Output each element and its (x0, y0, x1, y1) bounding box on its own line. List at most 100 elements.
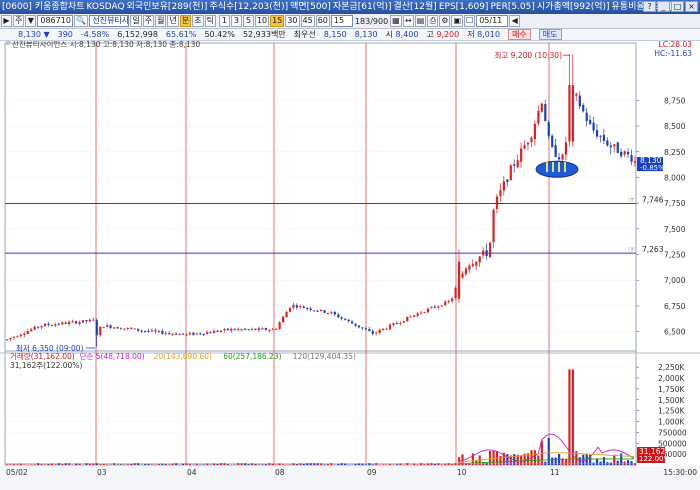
candle-body (123, 328, 126, 330)
table-icon[interactable]: ▤ (414, 15, 427, 27)
grid-icon[interactable]: ▦ (390, 15, 402, 27)
minute-button-45[interactable]: 45 (300, 15, 315, 27)
x-axis-label: 08 (275, 468, 285, 477)
candle-body (319, 309, 323, 311)
minimize-button[interactable]: _ (657, 1, 670, 12)
candle-body (351, 321, 354, 324)
candle-body (506, 179, 509, 182)
arrow-left-icon[interactable]: ◀ (509, 15, 521, 27)
candle-body (530, 137, 533, 143)
settings-icon[interactable]: ⚙ (439, 15, 451, 27)
candle-body (240, 329, 243, 331)
volume-bar (399, 463, 402, 465)
sell-button[interactable]: 매도 (538, 29, 562, 40)
volume-bar (147, 463, 150, 465)
volume-tick-label: 2,000K (658, 374, 685, 383)
minute-button-30[interactable]: 30 (285, 15, 300, 27)
minute-button-3[interactable]: 3 (230, 15, 242, 27)
volume-tick-label: 1,500K (658, 396, 685, 405)
buy-button[interactable]: 매수 (508, 29, 531, 40)
candle-body (409, 316, 412, 318)
volume-bar (416, 464, 419, 465)
x-axis-label: 03 (97, 468, 107, 477)
price-tick-label: 8,750 (664, 96, 686, 105)
volume-bar (306, 463, 309, 465)
candle-body (219, 330, 223, 332)
volume-bar (554, 457, 557, 465)
volume-bar (302, 463, 305, 465)
volume-bar (395, 464, 399, 465)
candle-body (520, 148, 523, 162)
candle-body (292, 304, 295, 308)
volume-bar (240, 463, 243, 465)
volume-bar (275, 464, 278, 465)
date-input[interactable]: 05/11 (476, 15, 509, 27)
candle-body (457, 261, 461, 299)
period-button-일[interactable]: 일 (130, 15, 142, 27)
minute-button-60[interactable]: 60 (315, 15, 330, 27)
close-button[interactable]: × (685, 1, 698, 12)
candle-body (19, 334, 22, 337)
interval-select[interactable]: 15 (330, 15, 353, 27)
minute-button-10[interactable]: 10 (254, 15, 270, 27)
candle-body (523, 145, 526, 149)
candle-body (368, 329, 371, 331)
chevron-down-icon[interactable]: ▼ (25, 15, 37, 27)
period-button-월[interactable]: 월 (155, 15, 167, 27)
volume-bar (595, 458, 599, 465)
candle-body (130, 327, 133, 329)
candle-body (199, 333, 202, 335)
candle-body (119, 328, 123, 330)
volume-bar (609, 462, 612, 465)
candle-body (75, 321, 78, 324)
volume-bar (150, 464, 154, 465)
search-icon[interactable]: 🔍 (74, 15, 89, 27)
candle-body (561, 154, 564, 160)
period-button-주[interactable]: 주 (142, 15, 155, 27)
stock-code-input[interactable]: 086710 (37, 15, 74, 27)
period-button-년[interactable]: 년 (167, 15, 179, 27)
candle-body (592, 122, 595, 131)
price-tick-label: 8,500 (664, 122, 686, 131)
volume-bar (533, 450, 537, 465)
candle-body (78, 322, 81, 324)
candle-body (233, 329, 236, 331)
stock-name-field[interactable]: 선진뷰티사 (89, 15, 130, 27)
stock-chart[interactable]: 8,750 8,500 8,250 8,000 7,750 7,500 7,250 7,000… (0, 41, 700, 490)
candle-body (54, 324, 57, 326)
candle-body (264, 328, 267, 330)
volume-bar (271, 463, 274, 465)
minute-button-1[interactable]: 1 (218, 15, 230, 27)
volume-legend-item: 20(143,890.60) (154, 352, 212, 361)
candle-body (340, 317, 343, 319)
minute-button-5[interactable]: 5 (242, 15, 254, 27)
maximize-button[interactable]: □ (671, 1, 684, 12)
period-button-틱[interactable]: 틱 (204, 15, 216, 27)
calendar-checkbox[interactable]: ☐ (464, 15, 476, 27)
ruler-icon[interactable]: ↔ (402, 15, 414, 27)
volume-bar (95, 463, 98, 465)
candle-body (302, 306, 305, 309)
volume-bar (606, 462, 609, 465)
print-icon[interactable]: ⎙ (427, 15, 439, 27)
volume-bar (261, 464, 264, 465)
minute-button-15[interactable]: 15 (270, 15, 285, 27)
market-select[interactable]: 주 (13, 15, 25, 27)
candle-body (357, 325, 361, 328)
period-button-초[interactable]: 초 (192, 15, 204, 27)
volume-bar (489, 451, 492, 465)
support-line-label: 7,746 (642, 196, 664, 205)
volume-bar (447, 463, 450, 465)
play-icon[interactable]: ▶ (1, 15, 12, 27)
period-button-분[interactable]: 분 (179, 15, 192, 27)
save-icon[interactable]: ▣ (451, 15, 464, 27)
candle-body (40, 325, 43, 328)
candle-body (430, 307, 433, 309)
candle-body (437, 306, 440, 308)
volume-bar (23, 464, 26, 465)
volume-tick-label: 1,000K (658, 418, 685, 427)
candle-body (633, 161, 637, 163)
help-button[interactable]: ? (643, 1, 656, 12)
volume-bar (426, 463, 430, 465)
candle-body (150, 330, 154, 332)
